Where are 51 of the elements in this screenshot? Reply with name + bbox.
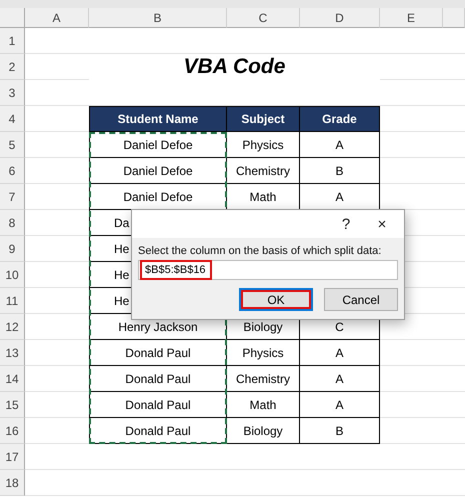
row-header[interactable]: 10 — [0, 262, 25, 288]
row-header[interactable]: 14 — [0, 366, 25, 392]
table-cell: Biology — [227, 418, 300, 444]
close-button[interactable]: × — [366, 216, 398, 232]
row-header[interactable]: 13 — [0, 340, 25, 366]
column-header[interactable]: B — [89, 8, 227, 28]
table-cell: Math — [227, 392, 300, 418]
row-header[interactable]: 1 — [0, 28, 25, 54]
row-header[interactable]: 18 — [0, 470, 25, 496]
table-cell: Physics — [227, 132, 300, 158]
table-cell: A — [300, 132, 380, 158]
row-header[interactable]: 8 — [0, 210, 25, 236]
header-cell: Grade — [300, 106, 380, 132]
row-header[interactable]: 7 — [0, 184, 25, 210]
row-header[interactable]: 4 — [0, 106, 25, 132]
column-header[interactable]: E — [380, 8, 443, 28]
row-header[interactable]: 17 — [0, 444, 25, 470]
column-header[interactable]: D — [300, 8, 380, 28]
row-header[interactable]: 11 — [0, 288, 25, 314]
table-cell: Daniel Defoe — [89, 158, 227, 184]
table-cell: Physics — [227, 340, 300, 366]
row-header[interactable]: 12 — [0, 314, 25, 340]
table-cell: A — [300, 366, 380, 392]
row-header[interactable]: 5 — [0, 132, 25, 158]
table-cell: Donald Paul — [89, 366, 227, 392]
table-cell: Donald Paul — [89, 418, 227, 444]
ok-button[interactable]: OK — [239, 288, 313, 311]
help-button[interactable]: ? — [330, 216, 362, 232]
table-cell: B — [300, 418, 380, 444]
table-cell: A — [300, 340, 380, 366]
table-cell: A — [300, 392, 380, 418]
column-header[interactable] — [443, 8, 465, 28]
select-all-corner[interactable] — [0, 8, 25, 28]
input-field[interactable]: $B$5:$B$16 — [138, 260, 398, 280]
table-cell: Donald Paul — [89, 392, 227, 418]
table-cell: Chemistry — [227, 158, 300, 184]
row-header[interactable]: 16 — [0, 418, 25, 444]
header-cell: Student Name — [89, 106, 227, 132]
column-header[interactable]: C — [227, 8, 300, 28]
row-header[interactable]: 9 — [0, 236, 25, 262]
row-header[interactable]: 3 — [0, 80, 25, 106]
row-header[interactable]: 15 — [0, 392, 25, 418]
column-header[interactable]: A — [25, 8, 89, 28]
table-cell: B — [300, 158, 380, 184]
row-header[interactable]: 2 — [0, 54, 25, 80]
table-cell: Chemistry — [227, 366, 300, 392]
input-value: $B$5:$B$16 — [140, 260, 212, 280]
header-cell: Subject — [227, 106, 300, 132]
cancel-button[interactable]: Cancel — [324, 288, 398, 311]
row-header[interactable]: 6 — [0, 158, 25, 184]
table-cell: Daniel Defoe — [89, 184, 227, 210]
